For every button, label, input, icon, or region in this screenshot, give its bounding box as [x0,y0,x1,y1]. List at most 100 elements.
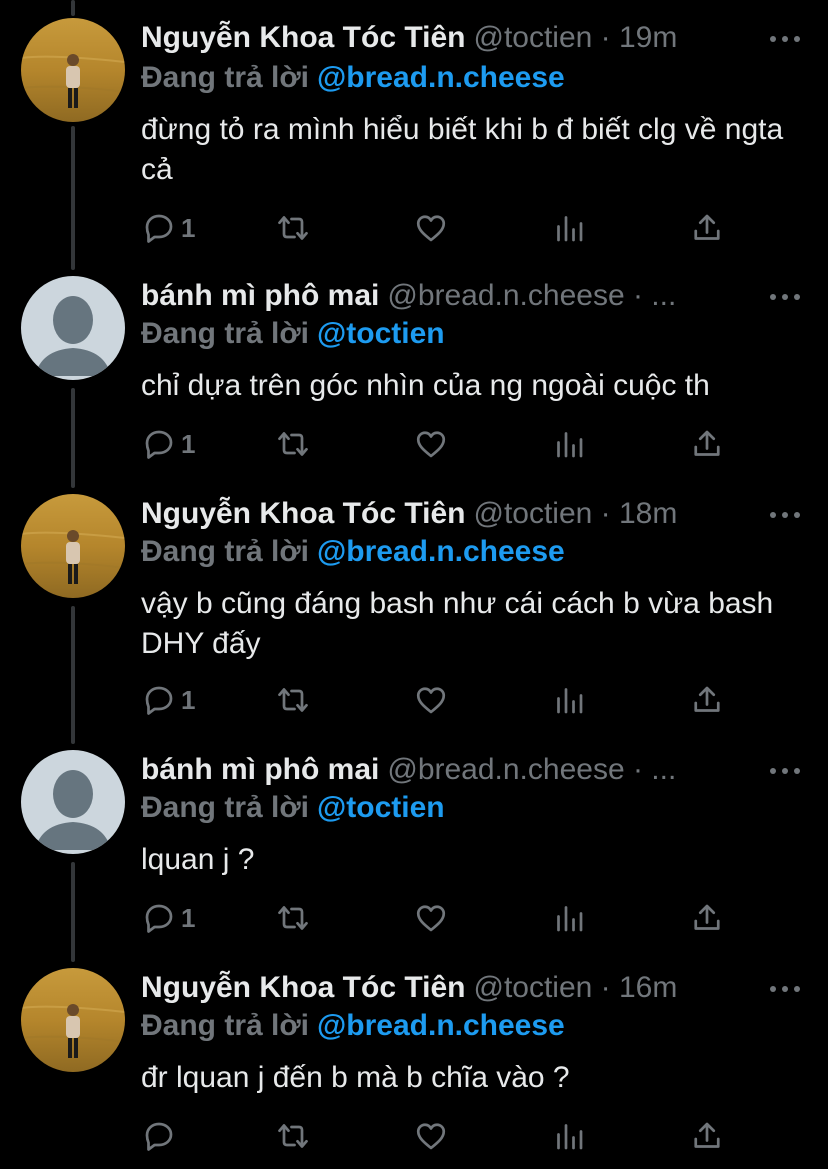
replying-to-label: Đang trả lời [141,317,310,350]
share-button[interactable] [689,424,725,464]
share-icon [694,430,720,456]
analytics-button[interactable] [551,680,587,720]
author-name[interactable]: bánh mì phô mai [141,279,379,312]
analytics-icon [557,216,583,242]
analytics-icon [557,906,583,932]
analytics-button[interactable] [551,898,587,938]
author-name[interactable]: Nguyễn Khoa Tóc Tiên [141,21,465,54]
avatar[interactable] [21,750,125,854]
reply-icon [145,430,173,459]
more-options-icon[interactable] [770,24,800,54]
handle-timestamp[interactable]: @toctien · 16m [473,971,677,1004]
analytics-button[interactable] [551,208,587,248]
author-name[interactable]: bánh mì phô mai [141,753,379,786]
analytics-button[interactable] [551,424,587,464]
replying-to-label: Đang trả lời [141,61,310,94]
reply-icon [145,904,173,933]
retweet-icon [278,688,308,712]
handle-timestamp[interactable]: @bread.n.cheese · ... [387,279,676,312]
retweet-icon [278,1124,308,1148]
tweet-text: đr lquan j đến b mà b chĩa vào ? [141,1061,570,1094]
avatar[interactable] [21,494,125,598]
replying-to: Đang trả lời @bread.n.cheese [141,1006,565,1046]
avatar[interactable] [21,276,125,380]
retweet-button[interactable] [275,680,311,720]
share-icon [694,214,720,240]
replying-to: Đang trả lời @bread.n.cheese [141,532,565,572]
reply-button[interactable]: 1 [141,424,195,464]
replying-to-handle[interactable]: @bread.n.cheese [317,1009,565,1042]
like-icon [416,215,446,242]
reply-button[interactable]: 1 [141,898,195,938]
more-options-icon[interactable] [770,756,800,786]
retweet-icon [278,906,308,930]
handle-timestamp[interactable]: @toctien · 18m [473,497,677,530]
tweet-text: vậy b cũng đáng bash như cái cách b vừa … [141,587,774,660]
reply-button[interactable]: 1 [141,680,195,720]
tweet-header: bánh mì phô mai @bread.n.cheese · ... [141,750,808,790]
tweet-text: lquan j ? [141,843,255,876]
action-bar: 1 [141,424,741,464]
replying-to-label: Đang trả lời [141,535,310,568]
analytics-button[interactable] [551,1116,587,1156]
tweet-header: Nguyễn Khoa Tóc Tiên @toctien · 19m [141,18,808,58]
share-icon [694,1122,720,1148]
replying-to: Đang trả lời @toctien [141,788,445,828]
replying-to-label: Đang trả lời [141,1009,310,1042]
share-button[interactable] [689,898,725,938]
handle-timestamp[interactable]: @toctien · 19m [473,21,677,54]
analytics-icon [557,432,583,458]
action-bar: 1 [141,680,741,720]
reply-icon [145,686,173,715]
share-button[interactable] [689,208,725,248]
reply-button[interactable]: 1 [141,208,195,248]
like-icon [416,431,446,458]
share-button[interactable] [689,680,725,720]
share-icon [694,904,720,930]
avatar[interactable] [21,18,125,122]
action-bar: 1 [141,898,741,938]
thread-line-top [71,0,75,16]
more-options-icon[interactable] [770,282,800,312]
tweet-header: Nguyễn Khoa Tóc Tiên @toctien · 16m [141,968,808,1008]
reply-count: 1 [181,213,196,243]
retweet-button[interactable] [275,1116,311,1156]
replying-to-handle[interactable]: @toctien [317,317,445,350]
more-options-icon[interactable] [770,974,800,1004]
reply-button[interactable] [141,1116,181,1156]
author-name[interactable]: Nguyễn Khoa Tóc Tiên [141,497,465,530]
tweet-text: đừng tỏ ra mình hiểu biết khi b đ biết c… [141,113,784,186]
replying-to-handle[interactable]: @toctien [317,791,445,824]
like-button[interactable] [413,1116,449,1156]
reply-count: 1 [181,429,196,459]
like-button[interactable] [413,424,449,464]
handle-timestamp[interactable]: @bread.n.cheese · ... [387,753,676,786]
analytics-icon [557,688,583,714]
replying-to-handle[interactable]: @bread.n.cheese [317,535,565,568]
avatar[interactable] [21,968,125,1072]
thread-line-3 [71,606,75,744]
tweet-header: bánh mì phô mai @bread.n.cheese · ... [141,276,808,316]
like-button[interactable] [413,208,449,248]
reply-count: 1 [181,685,196,715]
retweet-icon [278,216,308,240]
action-bar: 1 [141,208,741,248]
retweet-button[interactable] [275,424,311,464]
replying-to-handle[interactable]: @bread.n.cheese [317,61,565,94]
tweet-text: chỉ dựa trên góc nhìn của ng ngoài cuộc … [141,369,710,402]
reply-icon [145,214,173,243]
analytics-icon [557,1124,583,1150]
retweet-button[interactable] [275,898,311,938]
share-button[interactable] [689,1116,725,1156]
like-button[interactable] [413,680,449,720]
retweet-icon [278,432,308,456]
like-icon [416,687,446,714]
like-icon [416,905,446,932]
retweet-button[interactable] [275,208,311,248]
replying-to: Đang trả lời @toctien [141,314,445,354]
like-button[interactable] [413,898,449,938]
reply-icon [145,1122,173,1151]
more-options-icon[interactable] [770,500,800,530]
author-name[interactable]: Nguyễn Khoa Tóc Tiên [141,971,465,1004]
like-icon [416,1123,446,1150]
